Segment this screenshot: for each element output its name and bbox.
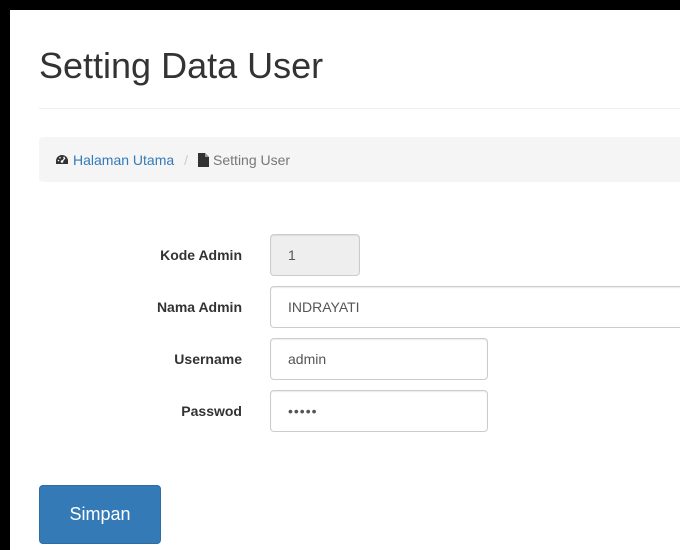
page-title: Setting Data User — [39, 45, 324, 86]
dashboard-icon — [55, 154, 69, 166]
app-window: Setting Data User Halaman Utama / Settin… — [10, 10, 680, 550]
title-divider — [39, 108, 680, 109]
password-label: Passwod — [181, 403, 242, 419]
kode-admin-label: Kode Admin — [160, 247, 242, 263]
breadcrumb-current: Setting User — [198, 152, 290, 168]
username-label: Username — [174, 351, 242, 367]
form-row-username: Username — [10, 338, 680, 380]
form-row-password: Passwod — [10, 390, 680, 432]
breadcrumb-home-label: Halaman Utama — [73, 151, 175, 168]
password-input[interactable] — [270, 390, 488, 432]
form-row-nama-admin: Nama Admin — [10, 286, 680, 328]
kode-admin-input[interactable] — [270, 234, 360, 276]
save-button[interactable]: Simpan — [39, 485, 161, 544]
nama-admin-label: Nama Admin — [156, 299, 242, 315]
nama-admin-input[interactable] — [270, 286, 680, 328]
breadcrumb-current-label: Setting User — [213, 151, 291, 168]
breadcrumb-home-link[interactable]: Halaman Utama — [55, 152, 174, 168]
breadcrumb: Halaman Utama / Setting User — [39, 137, 680, 182]
form-row-kode-admin: Kode Admin — [10, 234, 680, 276]
file-icon — [198, 152, 210, 167]
breadcrumb-separator: / — [184, 151, 189, 168]
username-input[interactable] — [270, 338, 488, 380]
